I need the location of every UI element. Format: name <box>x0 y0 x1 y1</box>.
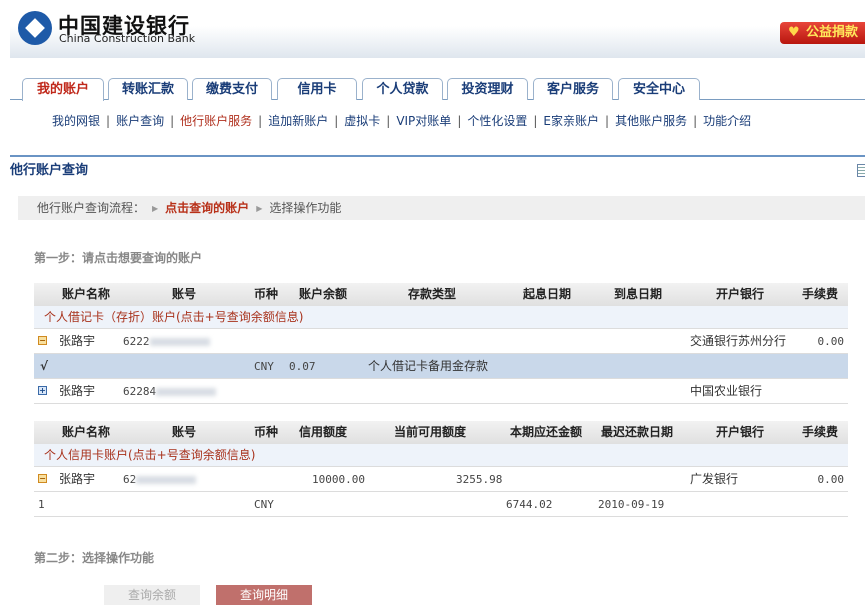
heart-icon: ♥ <box>788 25 800 40</box>
collapse-icon[interactable]: − <box>38 474 47 483</box>
subnav-family-account[interactable]: E家亲账户 <box>543 114 599 128</box>
col-header: 账号 <box>172 287 197 301</box>
available-limit: 3255.98 <box>456 473 503 486</box>
table-row[interactable]: + 张路宇 62284 中国农业银行 <box>34 379 848 404</box>
table-row[interactable]: − 张路宇 6222 交通银行苏州分行 0.00 <box>34 329 848 354</box>
account-number: 6222 <box>123 329 210 354</box>
currency: CNY <box>254 360 274 373</box>
deposit-type: 个人借记卡备用金存款 <box>368 359 489 373</box>
col-header: 手续费 <box>802 425 839 439</box>
account-name: 张路宇 <box>59 384 96 398</box>
document-icon[interactable] <box>857 164 865 177</box>
account-number: 62284 <box>123 379 217 404</box>
col-header: 账号 <box>172 425 197 439</box>
currency: CNY <box>254 498 274 511</box>
breadcrumb-label: 他行账户查询流程： <box>37 201 146 215</box>
col-header: 手续费 <box>802 287 839 301</box>
credit-table: 账户名称 账号 币种 信用额度 当前可用额度 本期应还金额 最迟还款日期 开户银… <box>34 421 848 517</box>
tab-transfer[interactable]: 转账汇款 <box>108 78 188 100</box>
logo-en: China Construction Bank <box>59 32 196 45</box>
subnav-other-bank[interactable]: 他行账户服务 <box>180 114 252 128</box>
group-label: 个人信用卡账户(点击+号查询余额信息) <box>44 448 256 462</box>
check-icon: √ <box>40 359 49 373</box>
group-label: 个人借记卡（存折）账户(点击+号查询余额信息) <box>44 310 304 324</box>
col-header: 最迟还款日期 <box>601 425 674 439</box>
group-row: 个人信用卡账户(点击+号查询余额信息) <box>34 444 848 467</box>
arrow-icon: ▶ <box>152 204 159 213</box>
collapse-icon[interactable]: − <box>38 336 47 345</box>
fee: 0.00 <box>817 335 845 348</box>
account-name: 张路宇 <box>59 334 96 348</box>
col-header: 开户银行 <box>716 287 765 301</box>
tab-customer-service[interactable]: 客户服务 <box>533 78 613 100</box>
table-row[interactable]: − 张路宇 62 10000.00 3255.98 广发银行 0.00 <box>34 467 848 492</box>
col-header: 到息日期 <box>614 287 663 301</box>
fee: 0.00 <box>817 473 845 486</box>
account-number: 62 <box>123 467 197 492</box>
bank-name: 交通银行苏州分行 <box>690 334 787 348</box>
col-header: 币种 <box>254 425 279 439</box>
expand-icon[interactable]: + <box>38 386 47 395</box>
breadcrumb-current: 点击查询的账户 <box>165 201 250 215</box>
due-date: 2010-09-19 <box>598 498 665 511</box>
col-header: 账户余额 <box>299 287 348 301</box>
donate-label: 公益捐款 <box>806 25 859 40</box>
step2-label: 第二步：选择操作功能 <box>34 551 155 565</box>
balance: 0.07 <box>289 360 316 373</box>
table-header: 账户名称 账号 币种 账户余额 存款类型 起息日期 到息日期 开户银行 手续费 <box>34 283 848 306</box>
table-row[interactable]: 1 CNY 6744.02 2010-09-19 <box>34 492 848 517</box>
col-header: 币种 <box>254 287 279 301</box>
group-row: 个人借记卡（存折）账户(点击+号查询余额信息) <box>34 306 848 329</box>
bank-name: 广发银行 <box>690 472 739 486</box>
tab-payment[interactable]: 缴费支付 <box>192 78 272 100</box>
divider <box>10 155 865 157</box>
col-header: 账户名称 <box>62 287 111 301</box>
page-title: 他行账户查询 <box>10 163 89 178</box>
subnav-add-account[interactable]: 追加新账户 <box>268 114 328 128</box>
col-header: 本期应还金额 <box>510 425 583 439</box>
query-detail-button[interactable]: 查询明细 <box>216 585 312 605</box>
breadcrumb-next: 选择操作功能 <box>269 201 342 215</box>
bank-name: 中国农业银行 <box>690 384 763 398</box>
tab-loan[interactable]: 个人贷款 <box>362 78 443 100</box>
due-amount: 6744.02 <box>506 498 553 511</box>
donate-button[interactable]: ♥ 公益捐款 <box>780 22 865 44</box>
tab-investment[interactable]: 投资理财 <box>447 78 528 100</box>
row-index: 1 <box>38 498 45 511</box>
subnav-account-query[interactable]: 账户查询 <box>116 114 164 128</box>
col-header: 起息日期 <box>523 287 572 301</box>
ccb-logo-icon <box>18 11 52 45</box>
breadcrumb: 他行账户查询流程： ▶ 点击查询的账户 ▶ 选择操作功能 <box>18 196 865 220</box>
query-balance-button[interactable]: 查询余额 <box>104 585 200 605</box>
subnav-vip-statement[interactable]: VIP对账单 <box>396 114 451 128</box>
tab-credit-card[interactable]: 信用卡 <box>277 78 357 100</box>
col-header: 信用额度 <box>299 425 348 439</box>
subnav-virtual-card[interactable]: 虚拟卡 <box>344 114 380 128</box>
col-header: 当前可用额度 <box>394 425 467 439</box>
credit-limit: 10000.00 <box>312 473 365 486</box>
debit-table: 账户名称 账号 币种 账户余额 存款类型 起息日期 到息日期 开户银行 手续费 … <box>34 283 848 404</box>
tab-security[interactable]: 安全中心 <box>618 78 700 100</box>
step1-label: 第一步：请点击想要查询的账户 <box>34 251 203 265</box>
subnav-intro[interactable]: 功能介绍 <box>703 114 751 128</box>
table-row-selected[interactable]: √ CNY 0.07 个人借记卡备用金存款 <box>34 354 848 379</box>
col-header: 开户银行 <box>716 425 765 439</box>
subnav-other-services[interactable]: 其他账户服务 <box>615 114 687 128</box>
arrow-icon: ▶ <box>256 204 263 213</box>
tab-my-account[interactable]: 我的账户 <box>22 78 104 101</box>
subnav-my-bank[interactable]: 我的网银 <box>52 114 100 128</box>
subnav-personalize[interactable]: 个性化设置 <box>467 114 527 128</box>
account-name: 张路宇 <box>59 472 96 486</box>
col-header: 账户名称 <box>62 425 111 439</box>
table-header: 账户名称 账号 币种 信用额度 当前可用额度 本期应还金额 最迟还款日期 开户银… <box>34 421 848 444</box>
sub-navigation: 我的网银 | 账户查询 | 他行账户服务 | 追加新账户 | 虚拟卡 | VIP对账单 | 个性化设置 |… <box>52 114 752 128</box>
col-header: 存款类型 <box>408 287 457 301</box>
